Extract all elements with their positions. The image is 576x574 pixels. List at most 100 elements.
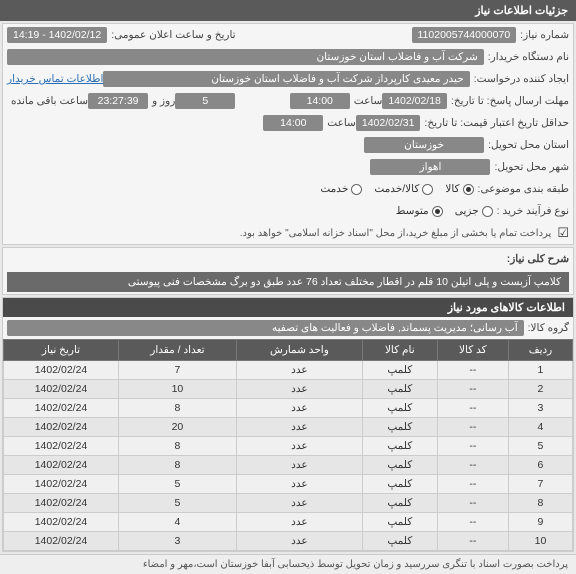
table-row: 2--کلمپعدد101402/02/24: [4, 380, 573, 399]
cell-name: کلمپ: [362, 532, 437, 551]
cell-name: کلمپ: [362, 475, 437, 494]
category-radio-group: کالا کالا/خدمت خدمت: [320, 183, 473, 195]
cell-n: 2: [508, 380, 572, 399]
cell-name: کلمپ: [362, 494, 437, 513]
table-row: 4--کلمپعدد201402/02/24: [4, 418, 573, 437]
desc-title-label: شرح کلی نیاز:: [503, 253, 569, 265]
cell-qty: 8: [118, 437, 236, 456]
cell-n: 3: [508, 399, 572, 418]
cell-code: --: [437, 361, 508, 380]
radio-medium[interactable]: متوسط: [396, 205, 443, 217]
table-row: 5--کلمپعدد81402/02/24: [4, 437, 573, 456]
buyer-org-value: شرکت آب و فاضلاب استان خوزستان: [7, 49, 484, 65]
purchase-type-label: نوع فرآیند خرید :: [493, 205, 569, 217]
payment-note: پرداخت تمام یا بخشی از مبلغ خرید،از محل …: [234, 225, 558, 242]
city-value: اهواز: [370, 159, 490, 175]
cell-name: کلمپ: [362, 380, 437, 399]
radio-icon: [422, 184, 433, 195]
announce-value: 1402/02/12 - 14:19: [7, 27, 107, 43]
cell-n: 1: [508, 361, 572, 380]
table-row: 7--کلمپعدد51402/02/24: [4, 475, 573, 494]
radio-goods-service[interactable]: کالا/خدمت: [374, 183, 433, 195]
remaining-suffix: ساعت باقی مانده: [7, 95, 88, 107]
table-header-row: ردیف کد کالا نام کالا واحد شمارش تعداد /…: [4, 340, 573, 361]
cell-unit: عدد: [236, 380, 362, 399]
col-date: تاریخ نیاز: [4, 340, 119, 361]
cell-n: 9: [508, 513, 572, 532]
cell-qty: 3: [118, 532, 236, 551]
purchase-type-radio-group: جزیی متوسط: [396, 205, 493, 217]
cell-code: --: [437, 418, 508, 437]
cell-code: --: [437, 532, 508, 551]
footer-note: پرداخت بصورت اسناد با تنگری سررسید و زما…: [0, 554, 576, 574]
cell-unit: عدد: [236, 494, 362, 513]
table-row: 8--کلمپعدد51402/02/24: [4, 494, 573, 513]
province-value: خوزستان: [364, 137, 484, 153]
cell-unit: عدد: [236, 456, 362, 475]
cell-unit: عدد: [236, 437, 362, 456]
cell-name: کلمپ: [362, 513, 437, 532]
radio-small[interactable]: جزیی: [455, 205, 493, 217]
cell-unit: عدد: [236, 513, 362, 532]
reply-deadline-label: مهلت ارسال پاسخ: تا تاریخ:: [447, 95, 569, 107]
price-time: 14:00: [263, 115, 323, 131]
time-label-1: ساعت: [350, 95, 383, 107]
col-row: ردیف: [508, 340, 572, 361]
col-qty: تعداد / مقدار: [118, 340, 236, 361]
cell-name: کلمپ: [362, 361, 437, 380]
cell-code: --: [437, 437, 508, 456]
table-row: 1--کلمپعدد71402/02/24: [4, 361, 573, 380]
checkbox-icon[interactable]: ☑: [557, 225, 569, 241]
table-row: 10--کلمپعدد31402/02/24: [4, 532, 573, 551]
price-validity-label: حداقل تاریخ اعتبار قیمت: تا تاریخ:: [420, 117, 569, 129]
cell-qty: 20: [118, 418, 236, 437]
cell-n: 8: [508, 494, 572, 513]
cell-date: 1402/02/24: [4, 532, 119, 551]
remaining-days-label: روز و: [148, 95, 175, 107]
desc-text: کلامپ آزبست و پلی اتیلن 10 قلم در اقطار …: [7, 272, 569, 292]
radio-icon: [432, 206, 443, 217]
description-section: شرح کلی نیاز: کلامپ آزبست و پلی اتیلن 10…: [2, 247, 574, 295]
reply-date: 1402/02/18: [382, 93, 447, 109]
goods-section-title: اطلاعات کالاهای مورد نیاز: [3, 298, 573, 317]
radio-service-label: خدمت: [320, 183, 348, 195]
cell-date: 1402/02/24: [4, 456, 119, 475]
cell-unit: عدد: [236, 418, 362, 437]
requester-value: حیدر معیدی کارپرداز شرکت آب و فاضلاب است…: [103, 71, 469, 87]
cell-qty: 10: [118, 380, 236, 399]
table-row: 6--کلمپعدد81402/02/24: [4, 456, 573, 475]
cell-code: --: [437, 494, 508, 513]
price-date: 1402/02/31: [356, 115, 421, 131]
radio-goods-service-label: کالا/خدمت: [374, 183, 419, 195]
cell-code: --: [437, 380, 508, 399]
cell-n: 7: [508, 475, 572, 494]
buyer-org-label: نام دستگاه خریدار:: [484, 51, 569, 63]
page-title: جزئیات اطلاعات نیاز: [475, 5, 568, 17]
cell-unit: عدد: [236, 361, 362, 380]
cell-date: 1402/02/24: [4, 494, 119, 513]
cell-name: کلمپ: [362, 399, 437, 418]
buyer-contact-link[interactable]: اطلاعات تماس خریدار: [7, 73, 103, 85]
cell-date: 1402/02/24: [4, 380, 119, 399]
cell-unit: عدد: [236, 475, 362, 494]
cell-date: 1402/02/24: [4, 399, 119, 418]
cell-code: --: [437, 399, 508, 418]
cell-qty: 5: [118, 475, 236, 494]
requester-label: ایجاد کننده درخواست:: [470, 73, 569, 85]
cell-code: --: [437, 513, 508, 532]
province-label: استان محل تحویل:: [484, 139, 569, 151]
cell-name: کلمپ: [362, 456, 437, 475]
cell-n: 6: [508, 456, 572, 475]
radio-medium-label: متوسط: [396, 205, 429, 217]
radio-goods[interactable]: کالا: [445, 183, 473, 195]
cell-n: 4: [508, 418, 572, 437]
col-code: کد کالا: [437, 340, 508, 361]
cell-code: --: [437, 475, 508, 494]
cell-date: 1402/02/24: [4, 418, 119, 437]
remaining-time: 23:27:39: [88, 93, 148, 109]
cell-n: 5: [508, 437, 572, 456]
cell-date: 1402/02/24: [4, 361, 119, 380]
radio-service[interactable]: خدمت: [320, 183, 362, 195]
cell-name: کلمپ: [362, 418, 437, 437]
category-label: طبقه بندی موضوعی:: [474, 183, 569, 195]
